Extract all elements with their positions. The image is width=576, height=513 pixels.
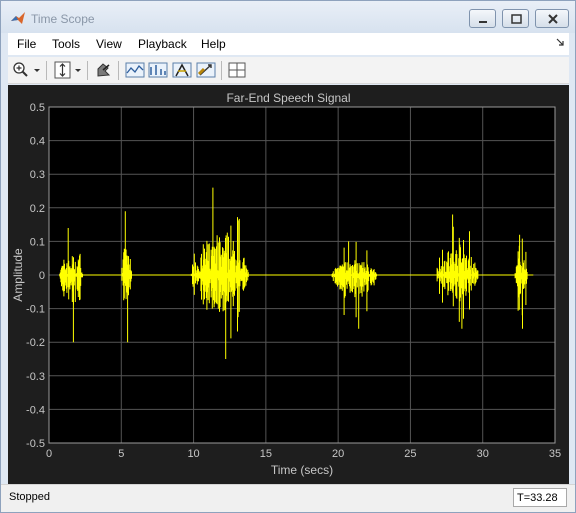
toolbar xyxy=(8,57,569,84)
menu-bar: File Tools View Playback Help xyxy=(8,33,569,55)
y-tick-label: 0.2 xyxy=(30,203,45,215)
x-tick-label: 25 xyxy=(404,448,416,460)
plot-area: Far-End Speech Signal 0 5 10 15 20 25 30 35 0.5… xyxy=(8,85,569,484)
dropdown-arrow-icon[interactable] xyxy=(33,60,41,80)
y-tick-label: -0.4 xyxy=(26,404,45,416)
close-button[interactable] xyxy=(535,9,569,28)
menu-playback[interactable]: Playback xyxy=(138,37,187,51)
layout-icon[interactable] xyxy=(227,60,247,80)
y-tick-label: 0.4 xyxy=(30,136,45,148)
y-tick-label: 0 xyxy=(39,270,45,282)
menu-tools[interactable]: Tools xyxy=(52,37,80,51)
simulation-time: T=33.28 xyxy=(513,488,567,507)
y-tick-label: -0.2 xyxy=(26,337,45,349)
scale-dropdown-icon[interactable] xyxy=(74,60,82,80)
window-title: Time Scope xyxy=(31,12,95,26)
peak-finder-icon[interactable] xyxy=(172,60,192,80)
scale-axes-icon[interactable] xyxy=(53,60,73,80)
y-tick-labels: 0.5 0.4 0.3 0.2 0.1 0 -0.1 -0.2 -0.3 -0.4 -0.5 xyxy=(26,102,45,450)
data-cursors-icon[interactable] xyxy=(125,60,145,80)
y-tick-label: 0.3 xyxy=(30,169,45,181)
minimize-button[interactable] xyxy=(469,9,496,28)
x-tick-label: 20 xyxy=(332,448,344,460)
x-axis-label: Time (secs) xyxy=(271,463,333,477)
y-tick-label: -0.1 xyxy=(26,304,45,316)
signal-statistics-icon[interactable] xyxy=(148,60,168,80)
chart-svg[interactable]: 0 5 10 15 20 25 30 35 0.5 0.4 0.3 0.2 0.1 0 -0.1 -0.2 -… xyxy=(8,85,569,484)
y-tick-label: -0.5 xyxy=(26,438,45,450)
status-bar: Stopped T=33.28 xyxy=(1,484,575,512)
triggers-icon[interactable] xyxy=(196,60,216,80)
undock-arrow-icon[interactable] xyxy=(555,37,565,47)
x-tick-label: 0 xyxy=(46,448,52,460)
time-scope-window: Time Scope File Tools View Playback Help xyxy=(0,0,576,513)
y-tick-label: 0.1 xyxy=(30,236,45,248)
x-tick-labels: 0 5 10 15 20 25 30 35 xyxy=(46,448,561,460)
x-tick-label: 5 xyxy=(118,448,124,460)
x-tick-label: 30 xyxy=(477,448,489,460)
status-text: Stopped xyxy=(9,491,50,503)
menu-help[interactable]: Help xyxy=(201,37,226,51)
y-tick-label: 0.5 xyxy=(30,102,45,114)
x-tick-label: 15 xyxy=(260,448,272,460)
menu-file[interactable]: File xyxy=(17,37,36,51)
menu-view[interactable]: View xyxy=(96,37,122,51)
title-bar: Time Scope xyxy=(1,1,575,33)
highlight-simulink-icon[interactable] xyxy=(94,60,114,80)
maximize-button[interactable] xyxy=(502,9,529,28)
zoom-in-icon[interactable] xyxy=(12,60,30,80)
y-axis-label: Amplitude xyxy=(11,248,25,302)
x-tick-label: 35 xyxy=(549,448,561,460)
y-tick-label: -0.3 xyxy=(26,371,45,383)
matlab-app-icon xyxy=(11,12,25,24)
x-tick-label: 10 xyxy=(187,448,199,460)
